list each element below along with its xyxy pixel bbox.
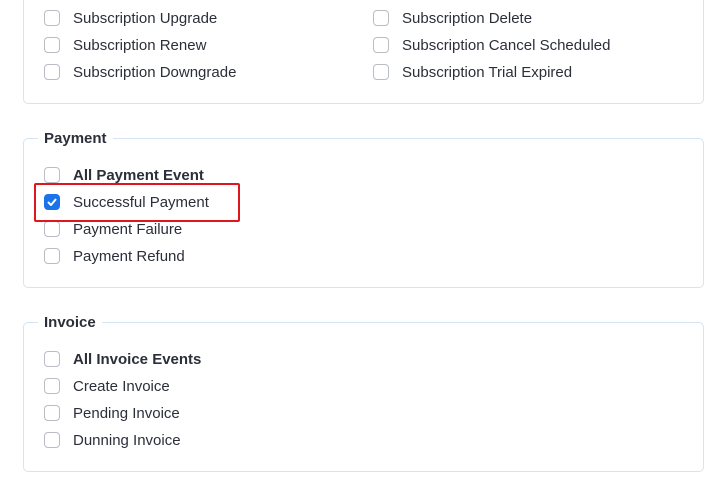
- subscription-events-card: Subscription Upgrade Subscription Renew …: [23, 0, 704, 104]
- checkbox-subscription-downgrade[interactable]: Subscription Downgrade: [44, 62, 236, 82]
- option-label: Successful Payment: [73, 193, 209, 211]
- invoice-section-title: Invoice: [38, 314, 102, 332]
- checkbox-icon[interactable]: [373, 64, 389, 80]
- checkbox-icon[interactable]: [44, 432, 60, 448]
- option-label: Create Invoice: [73, 377, 170, 395]
- checkbox-icon[interactable]: [373, 10, 389, 26]
- checkbox-all-payment-event[interactable]: All Payment Event: [44, 165, 204, 185]
- checkbox-icon[interactable]: [44, 37, 60, 53]
- option-label: All Invoice Events: [73, 350, 202, 368]
- invoice-events-card: Invoice All Invoice Events Create Invoic…: [23, 314, 704, 472]
- checkbox-icon[interactable]: [44, 248, 60, 264]
- checkbox-icon[interactable]: [44, 351, 60, 367]
- checkbox-subscription-upgrade[interactable]: Subscription Upgrade: [44, 8, 217, 28]
- payment-events-card: Payment All Payment Event Successful Pay…: [23, 130, 704, 288]
- option-label: Payment Failure: [73, 220, 183, 238]
- option-label: Subscription Cancel Scheduled: [402, 36, 611, 54]
- checkbox-icon[interactable]: [44, 64, 60, 80]
- checkbox-subscription-trial-expired[interactable]: Subscription Trial Expired: [373, 62, 572, 82]
- checkbox-icon[interactable]: [373, 37, 389, 53]
- checkbox-pending-invoice[interactable]: Pending Invoice: [44, 403, 180, 423]
- checkbox-icon[interactable]: [44, 405, 60, 421]
- checkbox-dunning-invoice[interactable]: Dunning Invoice: [44, 430, 181, 450]
- checkbox-subscription-renew[interactable]: Subscription Renew: [44, 35, 206, 55]
- option-label: Subscription Delete: [402, 9, 533, 27]
- checkbox-icon[interactable]: [44, 378, 60, 394]
- option-label: Subscription Downgrade: [73, 63, 237, 81]
- checkbox-icon[interactable]: [44, 10, 60, 26]
- checkbox-create-invoice[interactable]: Create Invoice: [44, 376, 170, 396]
- option-label: Payment Refund: [73, 247, 185, 265]
- checkbox-subscription-delete[interactable]: Subscription Delete: [373, 8, 532, 28]
- option-label: Pending Invoice: [73, 404, 180, 422]
- option-label: Dunning Invoice: [73, 431, 181, 449]
- option-label: Subscription Trial Expired: [402, 63, 573, 81]
- checkbox-icon[interactable]: [44, 221, 60, 237]
- checkbox-successful-payment[interactable]: Successful Payment: [44, 192, 209, 212]
- checkbox-payment-failure[interactable]: Payment Failure: [44, 219, 182, 239]
- checkbox-subscription-cancel-scheduled[interactable]: Subscription Cancel Scheduled: [373, 35, 610, 55]
- checkbox-icon[interactable]: [44, 167, 60, 183]
- checkbox-all-invoice-events[interactable]: All Invoice Events: [44, 349, 201, 369]
- option-label: Subscription Upgrade: [73, 9, 218, 27]
- payment-section-title: Payment: [38, 130, 113, 148]
- checkbox-checked-icon[interactable]: [44, 194, 60, 210]
- checkbox-payment-refund[interactable]: Payment Refund: [44, 246, 185, 266]
- option-label: All Payment Event: [73, 166, 204, 184]
- option-label: Subscription Renew: [73, 36, 207, 54]
- event-settings-page: Subscription Upgrade Subscription Renew …: [0, 0, 726, 500]
